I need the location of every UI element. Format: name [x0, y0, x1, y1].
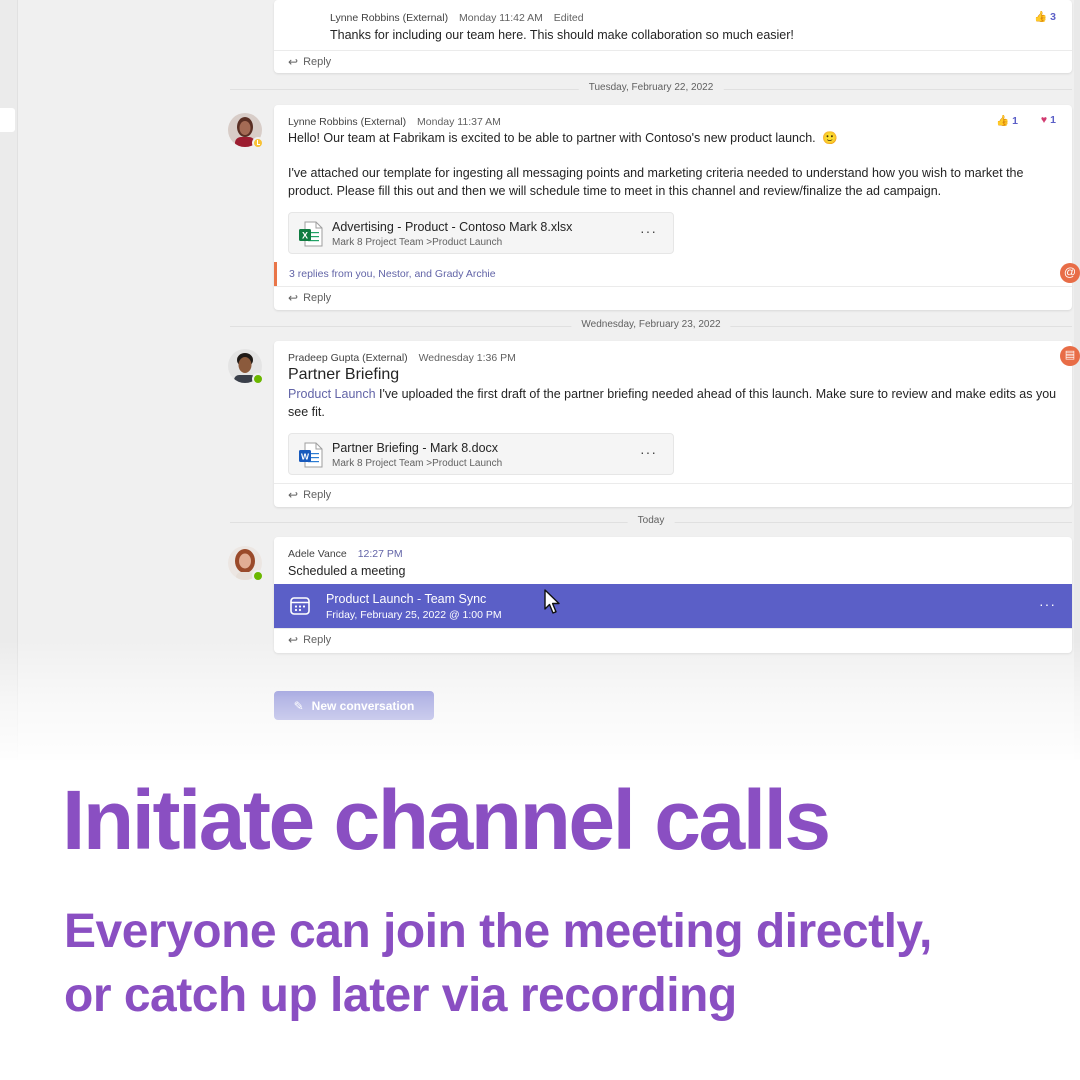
timestamp: Monday 11:37 AM	[417, 116, 501, 128]
date-divider: Today	[230, 515, 1072, 526]
svg-text:X: X	[302, 231, 308, 241]
calendar-icon	[290, 597, 310, 615]
meeting-datetime: Friday, February 25, 2022 @ 1:00 PM	[326, 609, 502, 621]
mouse-cursor-icon	[544, 589, 560, 614]
file-path: Mark 8 Project Team >Product Launch	[332, 458, 503, 469]
message-meta: Lynne Robbins (External) Monday 11:37 AM	[288, 116, 509, 128]
subheading-line-1: Everyone can join the meeting directly,	[64, 905, 932, 958]
date-label: Tuesday, February 22, 2022	[578, 82, 724, 93]
new-conversation-label: New conversation	[311, 698, 415, 713]
edited-label: Edited	[553, 12, 584, 24]
announcement-icon[interactable]: ▤	[1060, 346, 1080, 366]
divider	[274, 628, 1072, 629]
mention-icon[interactable]: @	[1060, 263, 1080, 283]
presence-available-icon	[252, 570, 264, 582]
reply-label: Reply	[303, 489, 332, 501]
compose-icon: ✎	[293, 698, 304, 713]
reaction-heart[interactable]: ♥ 1	[1041, 114, 1056, 126]
promo-subheading: Everyone can join the meeting directly, …	[64, 900, 1024, 1028]
selected-channel-stub[interactable]	[0, 108, 15, 132]
new-conversation-button[interactable]: ✎ New conversation	[274, 691, 434, 720]
reply-button[interactable]: ↩ Reply	[288, 633, 331, 647]
channel-list-rail	[0, 0, 18, 760]
reply-arrow-icon: ↩	[288, 55, 299, 69]
date-divider: Tuesday, February 22, 2022	[230, 82, 1072, 93]
message-text-line: Product Launch I've uploaded the first d…	[288, 385, 1056, 403]
avatar[interactable]	[228, 113, 264, 149]
timestamp: 12:27 PM	[357, 548, 403, 560]
date-divider: Wednesday, February 23, 2022	[230, 319, 1072, 330]
reaction-count: 3	[1050, 10, 1056, 23]
subheading-line-2: or catch up later via recording	[64, 969, 737, 1022]
reply-button[interactable]: ↩ Reply	[288, 488, 331, 502]
word-file-icon: W	[299, 442, 323, 468]
reaction-count: 1	[1012, 114, 1018, 127]
file-attachment[interactable]: X Advertising - Product - Contoso Mark 8…	[288, 212, 674, 254]
reply-arrow-icon: ↩	[288, 291, 299, 305]
teams-channel-view: Lynne Robbins (External) Monday 11:42 AM…	[0, 0, 1080, 760]
file-name: Partner Briefing - Mark 8.docx	[332, 441, 499, 455]
thread-replies-text: 3 replies from you, Nestor, and Grady Ar…	[289, 268, 496, 280]
divider	[274, 286, 1072, 287]
smile-emoji-icon: 🙂	[822, 131, 838, 145]
presence-away-icon	[252, 137, 264, 149]
reply-label: Reply	[303, 56, 332, 68]
message-text: Scheduled a meeting	[288, 564, 406, 578]
message-text: Thanks for including our team here. This…	[330, 28, 794, 42]
reply-arrow-icon: ↩	[288, 488, 299, 502]
meeting-card[interactable]: Product Launch - Team Sync Friday, Febru…	[274, 584, 1072, 628]
author-name[interactable]: Lynne Robbins (External)	[330, 12, 448, 24]
author-name[interactable]: Pradeep Gupta (External)	[288, 352, 408, 364]
file-more-options-icon[interactable]: ···	[640, 223, 657, 239]
excel-file-icon: X	[299, 221, 323, 247]
author-name[interactable]: Lynne Robbins (External)	[288, 116, 406, 128]
date-label: Today	[627, 515, 675, 526]
right-pane-edge	[1074, 0, 1080, 760]
bottom-fade-overlay	[0, 640, 1080, 760]
presence-available-icon	[252, 373, 264, 385]
file-attachment[interactable]: W Partner Briefing - Mark 8.docx Mark 8 …	[288, 433, 674, 475]
avatar[interactable]	[228, 546, 264, 582]
svg-text:W: W	[301, 452, 310, 462]
author-name[interactable]: Adele Vance	[288, 548, 347, 560]
timestamp: Monday 11:42 AM	[459, 12, 543, 24]
message-text: Hello! Our team at Fabrikam is excited t…	[288, 131, 816, 145]
message-subject: Partner Briefing	[288, 366, 400, 383]
reaction-like[interactable]: 👍 3	[1034, 10, 1056, 24]
promo-headline: Initiate channel calls	[62, 773, 831, 867]
divider	[274, 483, 1072, 484]
timestamp: Wednesday 1:36 PM	[418, 352, 516, 364]
avatar[interactable]	[228, 349, 264, 385]
message-text: see fit.	[288, 405, 325, 419]
meeting-more-options-icon[interactable]: ···	[1039, 596, 1056, 612]
reply-button[interactable]: ↩ Reply	[288, 55, 331, 69]
meeting-title: Product Launch - Team Sync	[326, 592, 487, 606]
file-more-options-icon[interactable]: ···	[640, 444, 657, 460]
message-meta: Pradeep Gupta (External) Wednesday 1:36 …	[288, 352, 524, 364]
like-icon: 👍	[1034, 11, 1048, 23]
reaction-count: 1	[1050, 114, 1056, 126]
file-name: Advertising - Product - Contoso Mark 8.x…	[332, 220, 573, 234]
tag-mention[interactable]: Product Launch	[288, 387, 376, 401]
like-icon: 👍	[996, 115, 1010, 127]
message-text-line: Hello! Our team at Fabrikam is excited t…	[288, 129, 838, 147]
message-text: I've attached our template for ingesting…	[288, 166, 1024, 180]
message-meta: Adele Vance 12:27 PM	[288, 548, 411, 560]
message-card: Lynne Robbins (External) Monday 11:37 AM…	[274, 105, 1072, 310]
reply-arrow-icon: ↩	[288, 633, 299, 647]
message-meta: Lynne Robbins (External) Monday 11:42 AM…	[330, 12, 584, 24]
reply-label: Reply	[303, 634, 332, 646]
message-card: Pradeep Gupta (External) Wednesday 1:36 …	[274, 341, 1072, 507]
message-card: Lynne Robbins (External) Monday 11:42 AM…	[274, 0, 1072, 73]
reaction-like[interactable]: 👍 1	[996, 114, 1018, 128]
message-text: product. Please fill this out and then w…	[288, 184, 942, 198]
reply-button[interactable]: ↩ Reply	[288, 291, 331, 305]
reply-label: Reply	[303, 292, 332, 304]
date-label: Wednesday, February 23, 2022	[571, 319, 731, 330]
message-text: I've uploaded the first draft of the par…	[375, 387, 1057, 401]
file-path: Mark 8 Project Team >Product Launch	[332, 237, 503, 248]
thread-replies-link[interactable]: 3 replies from you, Nestor, and Grady Ar…	[274, 262, 1072, 286]
heart-icon: ♥	[1040, 114, 1048, 126]
divider	[274, 50, 1072, 51]
